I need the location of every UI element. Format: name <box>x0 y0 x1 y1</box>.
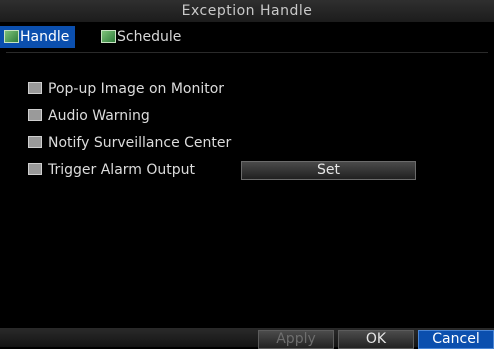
handle-tab-icon <box>4 30 19 43</box>
tab-bar: Handle Schedule <box>0 22 494 50</box>
ok-button[interactable]: OK <box>338 330 414 349</box>
popup-image-option[interactable]: Pop-up Image on Monitor <box>28 79 224 99</box>
cancel-button[interactable]: Cancel <box>418 330 494 349</box>
audio-warning-checkbox[interactable] <box>28 109 42 121</box>
window-title: Exception Handle <box>0 0 494 22</box>
tab-handle[interactable]: Handle <box>0 26 76 48</box>
set-button[interactable]: Set <box>241 161 416 180</box>
notify-center-checkbox[interactable] <box>28 136 42 148</box>
tab-schedule[interactable]: Schedule <box>97 26 187 48</box>
exception-handle-window: Exception Handle Handle Schedule Pop-up … <box>0 0 494 349</box>
notify-center-label: Notify Surveillance Center <box>48 135 232 151</box>
popup-image-label: Pop-up Image on Monitor <box>48 81 225 97</box>
audio-warning-label: Audio Warning <box>48 108 150 124</box>
tab-handle-label: Handle <box>20 29 70 45</box>
tab-schedule-label: Schedule <box>117 29 182 45</box>
apply-button[interactable]: Apply <box>258 330 334 349</box>
trigger-alarm-label: Trigger Alarm Output <box>48 162 196 178</box>
popup-image-checkbox[interactable] <box>28 82 42 94</box>
trigger-alarm-checkbox[interactable] <box>28 163 42 175</box>
schedule-tab-icon <box>101 30 116 43</box>
notify-center-option[interactable]: Notify Surveillance Center <box>28 133 231 153</box>
audio-warning-option[interactable]: Audio Warning <box>28 106 150 126</box>
trigger-alarm-option[interactable]: Trigger Alarm Output <box>28 160 195 180</box>
